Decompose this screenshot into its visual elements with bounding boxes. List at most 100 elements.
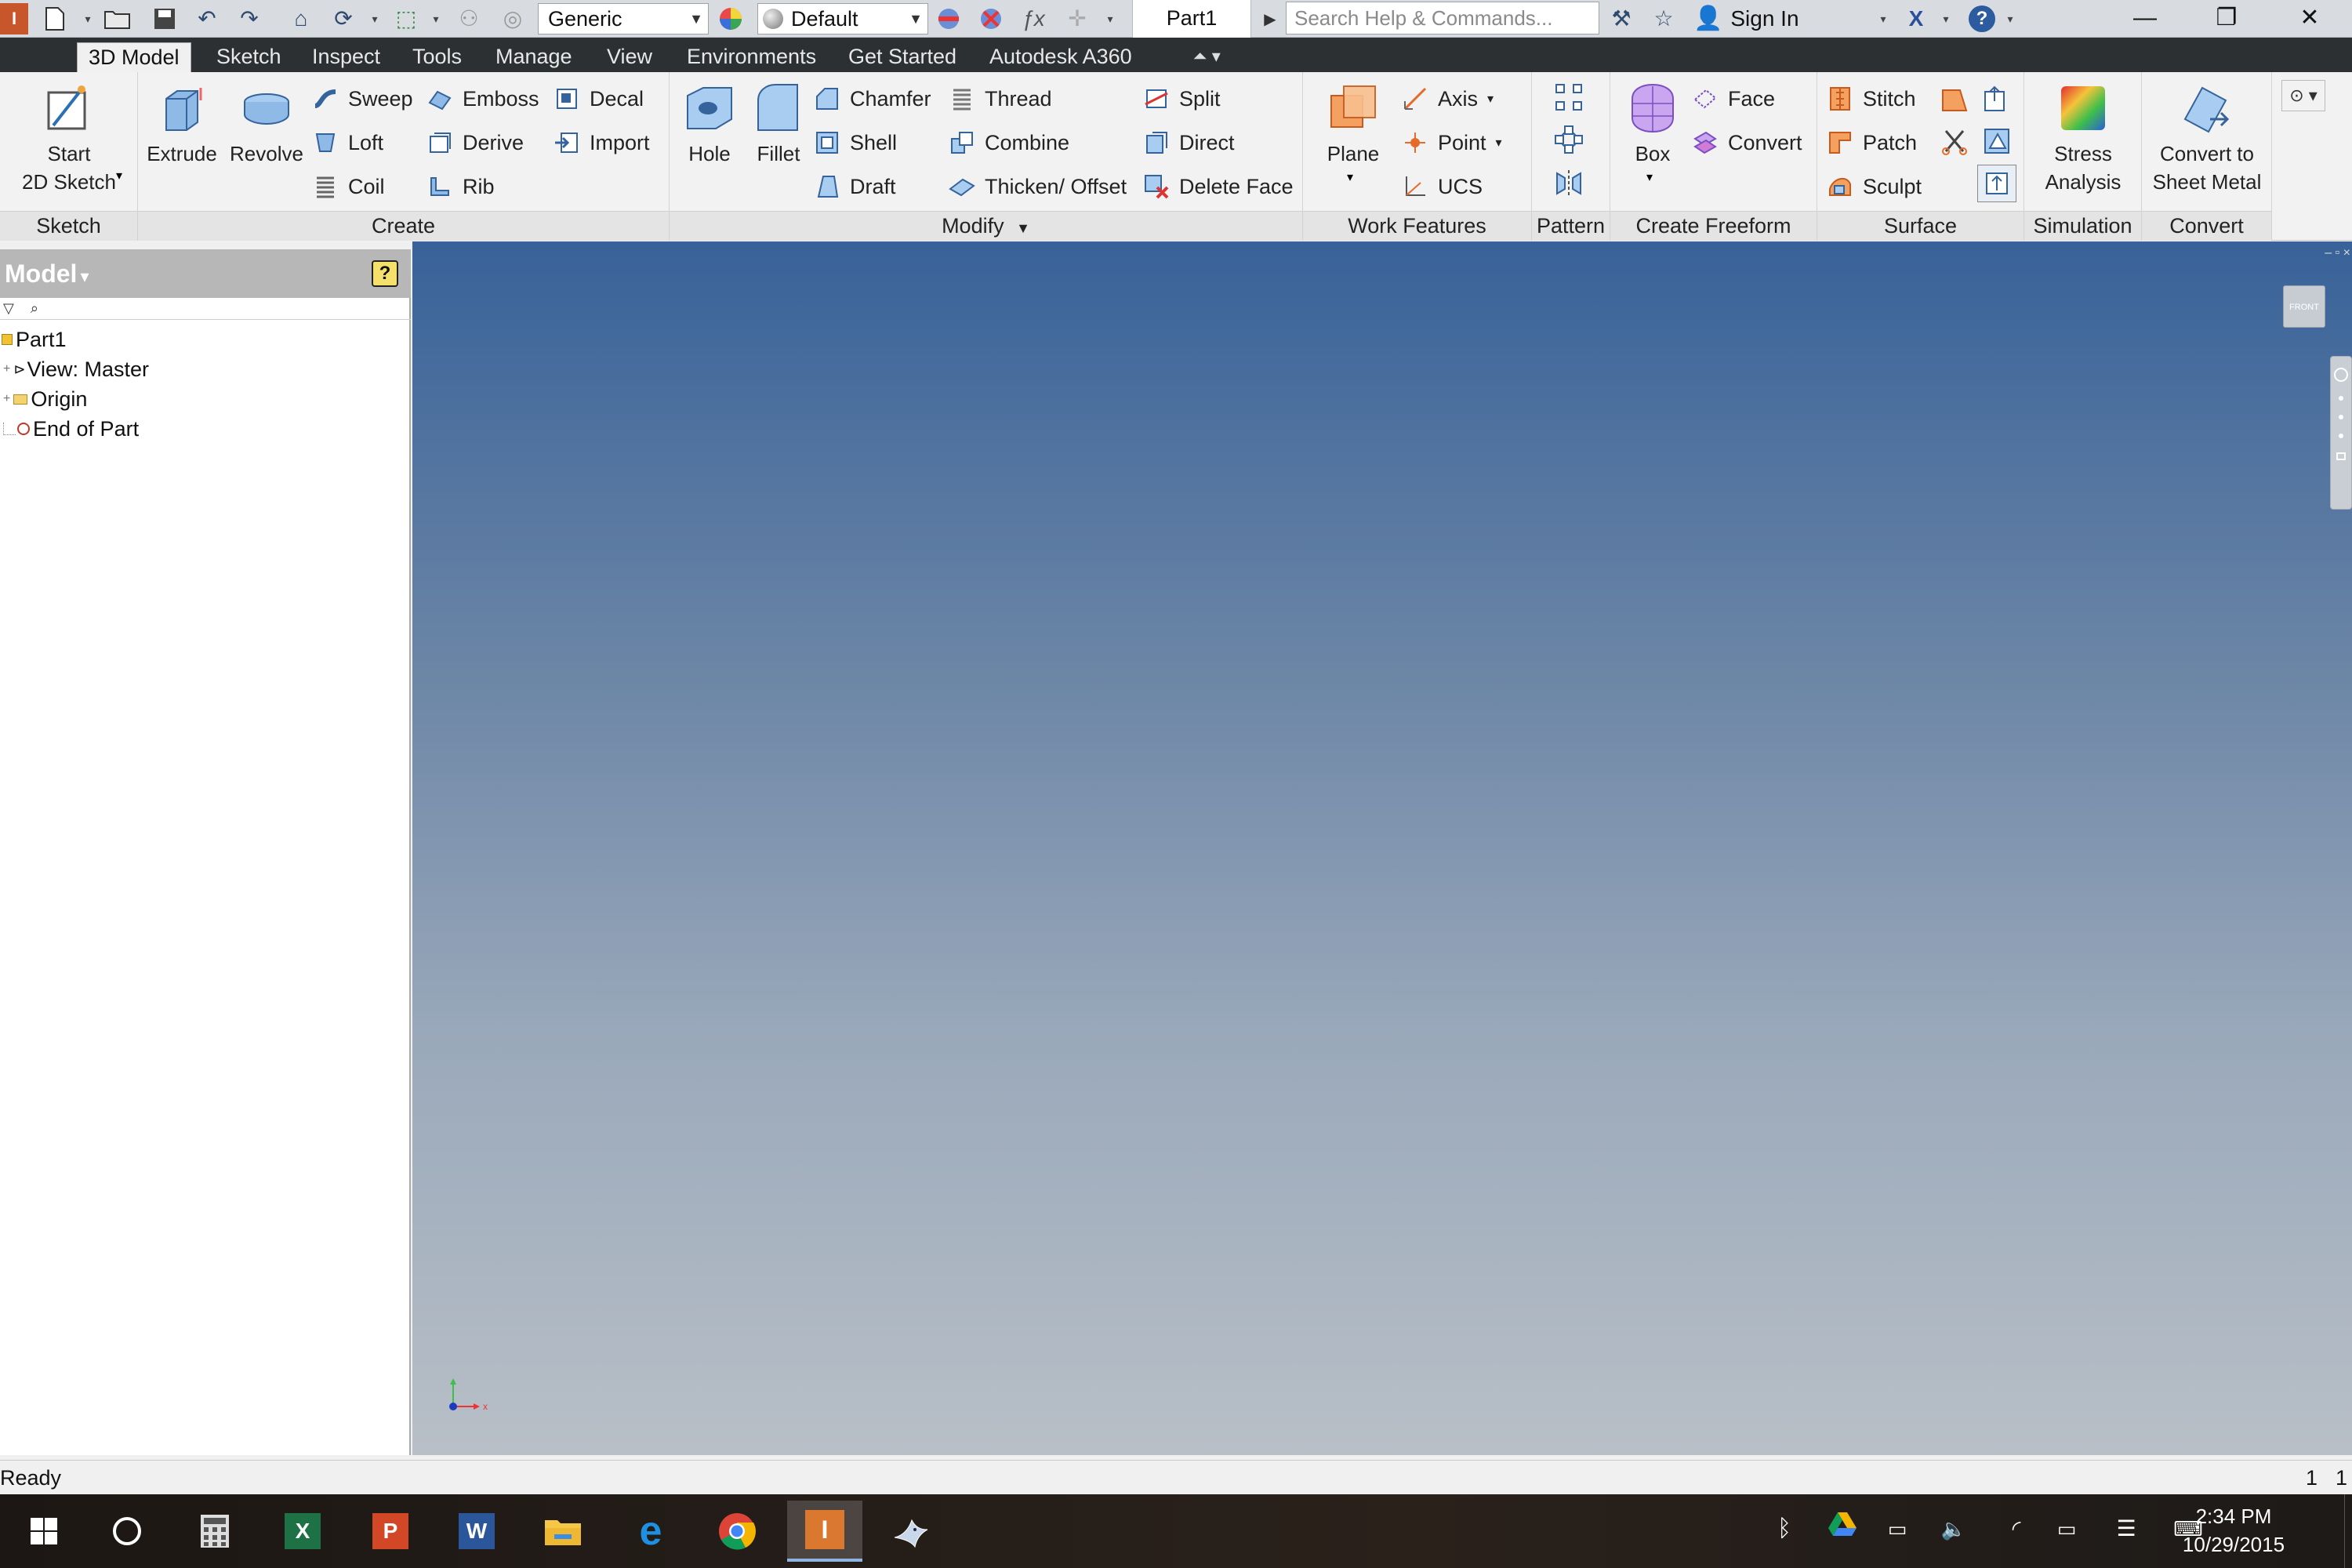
sign-in-dropdown-icon[interactable]: ▾ — [1877, 3, 1889, 34]
taskbar-chrome[interactable] — [699, 1501, 775, 1562]
battery-icon[interactable]: ▭ — [1878, 1510, 1916, 1548]
favorites-star-icon[interactable]: ☆ — [1648, 3, 1679, 34]
rib-button[interactable]: Rib — [426, 168, 495, 205]
tab-inspect[interactable]: Inspect — [301, 42, 391, 72]
ucs-button[interactable]: UCS — [1402, 168, 1483, 205]
panel-title-modify[interactable]: Modify ▼ — [670, 211, 1302, 241]
sketch-dropdown-icon[interactable]: ▾ — [116, 168, 122, 183]
rectangular-pattern-button[interactable] — [1549, 78, 1588, 116]
start-2d-sketch-button[interactable]: Start 2D Sketch — [6, 80, 132, 196]
tab-3d-model[interactable]: 3D Model — [77, 42, 191, 72]
material-combo[interactable]: Generic ▼ — [538, 3, 709, 34]
restore-button[interactable]: ❐ — [2187, 0, 2266, 38]
replace-face-button[interactable] — [1977, 122, 2016, 160]
wifi-icon[interactable]: ◜ — [1998, 1510, 2035, 1548]
coil-button[interactable]: Coil — [312, 168, 385, 205]
app-logo-icon[interactable]: I — [0, 3, 28, 34]
adjust-appearance-icon[interactable] — [933, 3, 964, 34]
select-dropdown-icon[interactable]: ▾ — [430, 3, 442, 34]
taskbar-file-explorer[interactable] — [525, 1501, 601, 1562]
tree-item-view-master[interactable]: + ⊳ View: Master — [3, 354, 149, 384]
select-icon[interactable]: ⬚ — [390, 3, 422, 34]
look-at-icon[interactable] — [2336, 452, 2346, 460]
volume-icon[interactable]: 🔈 — [1935, 1510, 1973, 1548]
browser-help-icon[interactable]: ? — [372, 260, 398, 287]
tab-view[interactable]: View — [596, 42, 663, 72]
draft-button[interactable]: Draft — [814, 168, 896, 205]
close-window-button[interactable]: ✕ — [2270, 0, 2349, 38]
expand-icon[interactable]: + — [3, 384, 10, 414]
taskbar-powerpoint[interactable]: P — [353, 1501, 428, 1562]
tab-autodesk-a360[interactable]: Autodesk A360 — [978, 42, 1143, 72]
new-dropdown-icon[interactable]: ▾ — [82, 3, 94, 34]
new-file-icon[interactable] — [39, 3, 71, 34]
stress-analysis-button[interactable]: Stress Analysis — [2029, 80, 2137, 196]
update-dropdown-icon[interactable]: ▾ — [368, 3, 381, 34]
open-file-icon[interactable] — [102, 3, 133, 34]
parameters-icon[interactable]: ƒx — [1018, 3, 1049, 34]
axis-button[interactable]: Axis ▾ — [1402, 80, 1494, 118]
box-button[interactable]: Box — [1615, 80, 1690, 168]
tree-item-part1[interactable]: Part1 — [2, 325, 67, 354]
taskbar-calculator[interactable] — [177, 1501, 252, 1562]
zoom-icon[interactable] — [2339, 415, 2343, 419]
face-button[interactable]: Face — [1692, 80, 1775, 118]
tab-get-started[interactable]: Get Started — [837, 42, 967, 72]
taskbar-edge[interactable]: e — [613, 1501, 688, 1562]
document-tab[interactable]: Part1 — [1132, 0, 1251, 38]
clear-appearance-icon[interactable] — [975, 3, 1007, 34]
exchange-dropdown-icon[interactable]: ▾ — [1940, 3, 1952, 34]
graphics-viewport[interactable]: – ▫ × FRONT x — [412, 241, 2352, 1455]
display-icon[interactable]: ▭ — [2048, 1510, 2085, 1548]
redo-icon[interactable]: ↷ — [234, 3, 265, 34]
chamfer-button[interactable]: Chamfer — [814, 80, 931, 118]
tree-item-end-of-part[interactable]: End of Part — [3, 414, 139, 444]
viewcube[interactable]: FRONT — [2283, 285, 2325, 328]
tree-item-origin[interactable]: + Origin — [3, 384, 87, 414]
browser-header[interactable]: Model ▾ ? — [0, 249, 411, 298]
customize-dropdown-icon[interactable]: ▾ — [1104, 3, 1116, 34]
expand-icon[interactable]: + — [3, 354, 10, 384]
help-dropdown-icon[interactable]: ▾ — [2004, 3, 2016, 34]
undo-icon[interactable]: ↶ — [191, 3, 223, 34]
taskbar-bird-app[interactable] — [873, 1501, 949, 1562]
stitch-button[interactable]: Stitch — [1827, 80, 1916, 118]
tab-tools[interactable]: Tools — [401, 42, 473, 72]
orbit-icon[interactable] — [2339, 434, 2343, 438]
mirror-button[interactable] — [1549, 165, 1588, 202]
derive-button[interactable]: Derive — [426, 124, 524, 162]
axis-dropdown-icon[interactable]: ▾ — [1487, 91, 1494, 107]
start-button[interactable] — [6, 1501, 82, 1562]
patch-button[interactable]: Patch — [1827, 124, 1917, 162]
communication-center-icon[interactable]: ⚒ — [1606, 3, 1637, 34]
tab-environments[interactable]: Environments — [676, 42, 827, 72]
direct-button[interactable]: Direct — [1143, 124, 1235, 162]
ribbon-minimize-icon[interactable]: ⏶ ▾ — [1182, 42, 1232, 72]
import-button[interactable]: Import — [554, 124, 650, 162]
shell-button[interactable]: Shell — [814, 124, 897, 162]
decal-button[interactable]: Decal — [554, 80, 644, 118]
appearance-combo[interactable]: Default ▼ — [757, 3, 928, 34]
extrude-button[interactable]: Extrude — [144, 80, 220, 168]
sweep-button[interactable]: Sweep — [312, 80, 413, 118]
home-icon[interactable]: ⌂ — [285, 3, 317, 34]
circular-pattern-button[interactable] — [1549, 121, 1588, 158]
steering-wheel-icon[interactable] — [2334, 368, 2348, 382]
taskbar-inventor[interactable]: I — [787, 1501, 862, 1562]
tab-manage[interactable]: Manage — [485, 42, 583, 72]
combine-button[interactable]: Combine — [949, 124, 1069, 162]
action-center-icon[interactable]: ☰ — [2107, 1510, 2145, 1548]
sign-in-button[interactable]: 👤 Sign In — [1693, 2, 1799, 36]
viewport-window-controls[interactable]: – ▫ × — [2325, 246, 2350, 260]
trim-cut-button[interactable] — [1935, 122, 1974, 160]
box-dropdown-icon[interactable]: ▾ — [1646, 169, 1653, 185]
trim-surface-button[interactable] — [1935, 80, 1974, 118]
taskbar-clock[interactable]: 2:34 PM 10/29/2015 — [2167, 1502, 2300, 1559]
revolve-button[interactable]: Revolve — [223, 80, 310, 168]
find-icon[interactable]: ⌕ — [31, 300, 38, 316]
taskbar-word[interactable]: W — [439, 1501, 514, 1562]
sculpt-button[interactable]: Sculpt — [1827, 168, 1922, 205]
extend-face-button[interactable] — [1977, 80, 2016, 118]
ribbon-options-button[interactable]: ⊙ ▾ — [2281, 80, 2325, 111]
help-icon[interactable]: ? — [1966, 3, 1998, 34]
